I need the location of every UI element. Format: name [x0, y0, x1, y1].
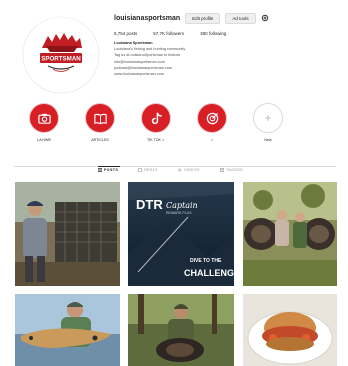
highlight-new[interactable]: + New [252, 103, 284, 142]
tab-label: POSTS [104, 168, 119, 172]
highlight-articles[interactable]: ARTICLES [84, 103, 116, 142]
gear-icon[interactable] [261, 14, 269, 22]
highlight-tiktok[interactable]: TIK TOK ✓ [140, 103, 172, 142]
tabs-divider [14, 166, 336, 167]
book-icon [93, 113, 107, 124]
highlight-target[interactable]: ✓ [196, 103, 228, 142]
grid-icon [98, 168, 102, 172]
tab-tagged[interactable]: TAGGED [219, 168, 244, 172]
logo-wordmark: SPORTSMAN [41, 56, 81, 63]
active-tab-indicator [98, 165, 120, 167]
post-tile[interactable] [243, 182, 337, 286]
post-tile-promo[interactable]: DTR Captain REWARD PLUS DIVE TO THE CHAL… [128, 182, 234, 286]
following-count[interactable]: 380 following [200, 31, 226, 36]
target-icon [206, 112, 218, 124]
reels-icon [138, 168, 143, 172]
post-image-turkey-hunters [243, 182, 337, 286]
tab-posts[interactable]: POSTS [98, 168, 118, 172]
highlight-label: ARTICLES [91, 138, 109, 142]
tab-label: REELS [144, 168, 158, 172]
post-image-redfish [15, 294, 120, 366]
highlight-la-hwb[interactable]: LA HWB [28, 103, 60, 142]
edit-profile-button[interactable]: Edit profile [185, 12, 221, 24]
tab-reels[interactable]: REELS [138, 168, 158, 172]
bio-link[interactable]: www.louisianasportsman.com [114, 71, 344, 77]
ad-tools-button[interactable]: Ad tools [225, 12, 256, 24]
sportsman-logo: SPORTSMAN [22, 16, 100, 94]
promo-sub: REWARD PLUS [166, 211, 192, 215]
story-highlights: LA HWB ARTICLES TIK TOK ✓ ✓ + New [28, 103, 284, 142]
promo-line1: DIVE TO THE [190, 258, 222, 264]
promo-brand: DTR [136, 197, 163, 212]
post-image-man-trap [15, 182, 120, 286]
profile-info: louisianasportsman Edit profile Ad tools… [114, 10, 344, 77]
tag-icon [219, 168, 224, 172]
profile-page: SPORTSMAN louisianasportsman Edit profil… [0, 0, 348, 366]
username: louisianasportsman [114, 14, 181, 22]
post-tile[interactable] [15, 294, 120, 366]
plus-icon: + [264, 111, 272, 125]
tiktok-icon [151, 112, 162, 124]
tab-label: TAGGED [225, 168, 244, 172]
highlight-label: New [264, 138, 272, 142]
post-image-promo: DTR Captain REWARD PLUS DIVE TO THE CHAL… [128, 182, 234, 286]
profile-tabs: POSTS REELS VIDEOS TAGGED [98, 168, 243, 172]
profile-avatar[interactable]: SPORTSMAN [22, 16, 100, 94]
tab-videos[interactable]: VIDEOS [178, 168, 200, 172]
profile-stats: 5,754 posts 57.7K followers 380 followin… [114, 31, 344, 36]
posts-grid: DTR Captain REWARD PLUS DIVE TO THE CHAL… [15, 182, 337, 366]
post-image-sandwich [243, 294, 337, 366]
camera-icon [37, 113, 51, 124]
highlight-label: TIK TOK ✓ [147, 138, 165, 142]
promo-brand-script: Captain [166, 201, 198, 210]
followers-count[interactable]: 57.7K followers [153, 31, 184, 36]
video-icon [178, 168, 182, 172]
promo-line2: CHALLENGE [184, 268, 234, 278]
highlight-label: LA HWB [37, 138, 51, 142]
profile-bio: Louisiana Sportsman Louisiana's fishing … [114, 40, 344, 77]
posts-count: 5,754 posts [114, 31, 138, 36]
post-tile[interactable] [243, 294, 337, 366]
highlight-label: ✓ [210, 138, 214, 142]
post-image-hunter-turkey [128, 294, 234, 366]
post-tile[interactable] [15, 182, 120, 286]
tab-label: VIDEOS [183, 168, 200, 172]
post-tile[interactable] [128, 294, 234, 366]
